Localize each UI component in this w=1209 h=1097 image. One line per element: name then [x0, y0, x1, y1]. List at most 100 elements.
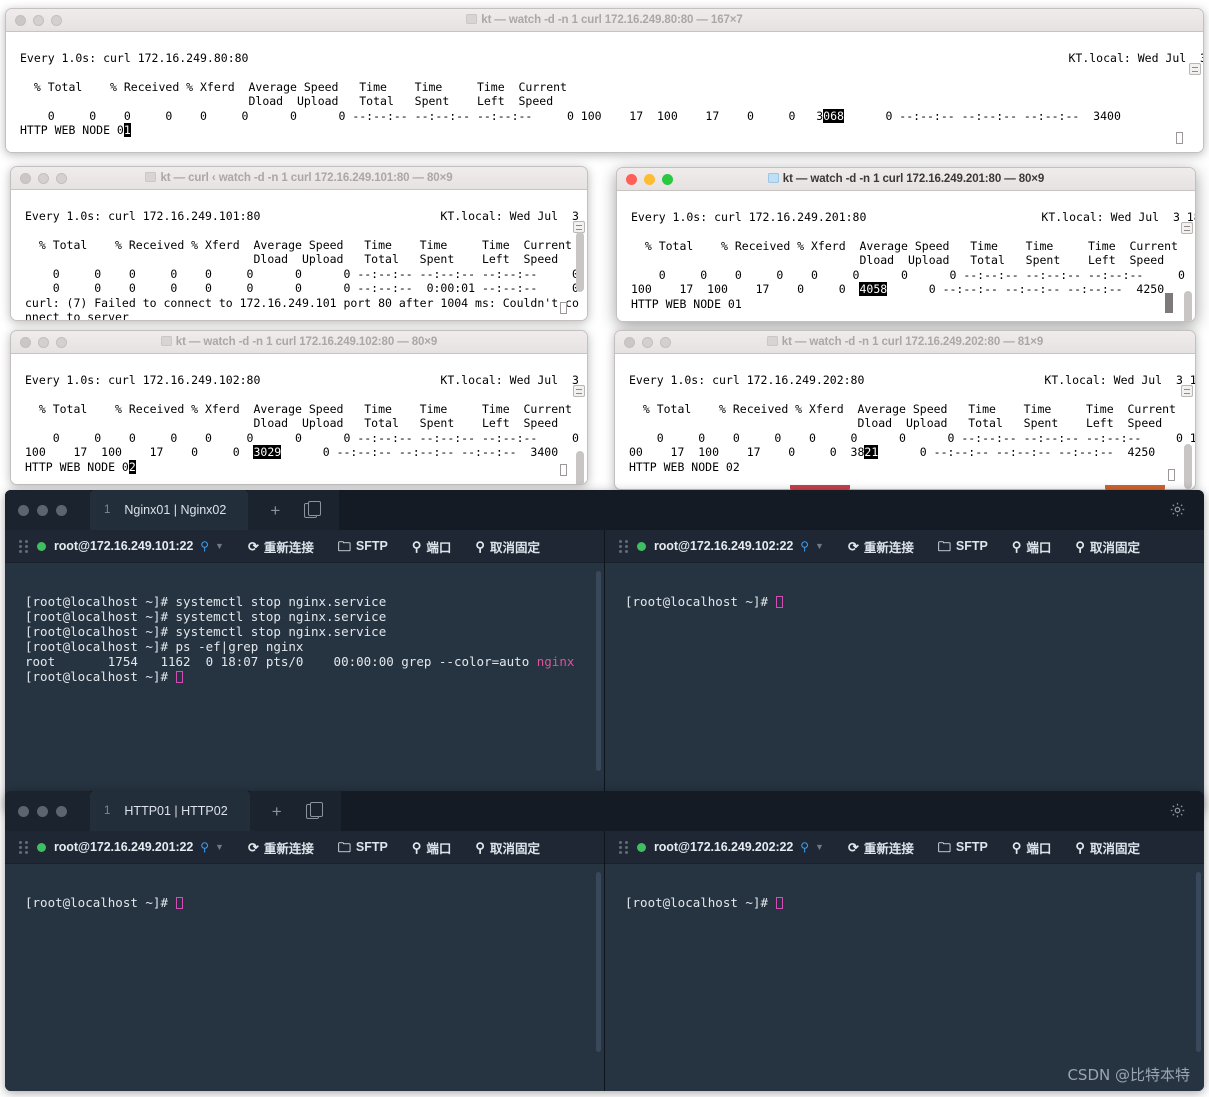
scrollbar[interactable]	[1181, 356, 1193, 489]
tab-actions[interactable]: +	[248, 490, 340, 530]
scrollbar-button[interactable]	[573, 385, 585, 397]
close-button[interactable]	[626, 173, 637, 185]
close-button[interactable]	[20, 336, 31, 348]
terminal-content[interactable]: Every 1.0s: curl 172.16.249.80:80 KT.loca…	[6, 32, 1203, 152]
scrollbar-button[interactable]	[1181, 385, 1193, 397]
titlebar[interactable]: kt — watch -d -n 1 curl 172.16.249.201:8…	[617, 168, 1195, 191]
window-controls[interactable]	[6, 14, 62, 26]
zoom-button[interactable]	[51, 14, 62, 26]
tab-http[interactable]: 1 HTTP01 | HTTP02	[90, 791, 250, 831]
resize-handle[interactable]	[560, 302, 567, 314]
plus-icon[interactable]: +	[270, 502, 280, 519]
ssh-pane-102[interactable]: root@172.16.249.102:22 ⚲ ▼ ⟳ 重新连接 🗀 SFTP ⚲…	[604, 530, 1204, 812]
window-controls[interactable]	[11, 172, 67, 184]
port-button[interactable]: ⚲ 端口	[412, 838, 452, 857]
gear-icon[interactable]	[1169, 501, 1186, 518]
titlebar[interactable]: kt — watch -d -n 1 curl 172.16.249.80:80…	[6, 9, 1203, 32]
unpin-button[interactable]: ⚲ 取消固定	[475, 537, 540, 556]
terminal-window-80[interactable]: kt — watch -d -n 1 curl 172.16.249.80:80…	[5, 8, 1204, 153]
close-button[interactable]	[624, 336, 635, 348]
ssh-client-window-http[interactable]: 1 HTTP01 | HTTP02 + root@172.16.249.201:…	[5, 791, 1204, 1091]
terminal-content[interactable]: Every 1.0s: curl 172.16.249.201:80 KT.loc…	[617, 191, 1195, 321]
session-toolbar[interactable]: root@172.16.249.101:22 ⚲ ▼ ⟳ 重新连接 🗀 SFTP ⚲…	[5, 530, 604, 563]
scrollbar-button[interactable]	[1181, 222, 1193, 234]
window-layout-icon[interactable]	[305, 801, 323, 819]
close-button[interactable]	[15, 14, 26, 26]
resize-handle[interactable]	[1168, 469, 1175, 481]
terminal-output-201[interactable]: [root@localhost ~]#	[5, 864, 604, 1091]
chevron-down-icon[interactable]: ▼	[215, 541, 224, 551]
scrollbar[interactable]	[596, 571, 601, 771]
reconnect-button[interactable]: ⟳ 重新连接	[248, 537, 314, 556]
terminal-window-102[interactable]: kt — watch -d -n 1 curl 172.16.249.102:8…	[10, 330, 588, 485]
sftp-button[interactable]: 🗀 SFTP	[338, 840, 388, 854]
scrollbar-button[interactable]	[1189, 63, 1201, 75]
scrollbar[interactable]	[573, 192, 585, 318]
sftp-button[interactable]: 🗀 SFTP	[938, 840, 988, 854]
tab-bar[interactable]: 1 Nginx01 | Nginx02 +	[5, 490, 1204, 530]
chevron-down-icon[interactable]: ▼	[215, 842, 224, 852]
window-controls[interactable]	[5, 490, 90, 530]
window-controls[interactable]	[617, 173, 673, 185]
scrollbar[interactable]	[596, 872, 601, 1052]
close-button[interactable]	[18, 504, 29, 516]
zoom-button[interactable]	[56, 336, 67, 348]
close-button[interactable]	[20, 172, 31, 184]
terminal-content[interactable]: Every 1.0s: curl 172.16.249.101:80 KT.loc…	[11, 190, 587, 320]
bulb-icon[interactable]: ⚲	[200, 539, 209, 553]
terminal-output-202[interactable]: [root@localhost ~]# CSDN @比特本特	[605, 864, 1204, 1091]
chevron-down-icon[interactable]: ▼	[815, 541, 824, 551]
zoom-button[interactable]	[660, 336, 671, 348]
window-controls[interactable]	[5, 791, 90, 831]
port-button[interactable]: ⚲ 端口	[1012, 838, 1052, 857]
bulb-icon[interactable]: ⚲	[800, 840, 809, 854]
reconnect-button[interactable]: ⟳ 重新连接	[848, 838, 914, 857]
minimize-button[interactable]	[33, 14, 44, 26]
scrollbar-thumb[interactable]	[1184, 444, 1192, 489]
scrollbar-thumb[interactable]	[576, 451, 584, 484]
drag-handle-icon[interactable]	[19, 841, 28, 854]
gear-icon[interactable]	[1169, 802, 1186, 819]
terminal-window-202[interactable]: kt — watch -d -n 1 curl 172.16.249.202:8…	[614, 330, 1196, 490]
terminal-output-101[interactable]: [root@localhost ~]# systemctl stop nginx…	[5, 563, 604, 812]
port-button[interactable]: ⚲ 端口	[412, 537, 452, 556]
unpin-button[interactable]: ⚲ 取消固定	[1075, 537, 1140, 556]
scrollbar[interactable]	[1181, 193, 1193, 321]
terminal-content[interactable]: Every 1.0s: curl 172.16.249.102:80 KT.loc…	[11, 354, 587, 484]
session-toolbar[interactable]: root@172.16.249.102:22 ⚲ ▼ ⟳ 重新连接 🗀 SFTP ⚲…	[605, 530, 1204, 563]
close-button[interactable]	[18, 805, 29, 817]
resize-handle[interactable]	[560, 464, 567, 476]
terminal-window-101[interactable]: kt — curl ‹ watch -d -n 1 curl 172.16.24…	[10, 166, 588, 321]
scrollbar-thumb[interactable]	[1184, 291, 1192, 321]
terminal-content[interactable]: Every 1.0s: curl 172.16.249.202:80 KT.loc…	[615, 354, 1195, 489]
session-toolbar[interactable]: root@172.16.249.202:22 ⚲ ▼ ⟳ 重新连接 🗀 SFTP ⚲…	[605, 831, 1204, 864]
scrollbar[interactable]	[1196, 872, 1201, 1052]
scrollbar-thumb[interactable]	[576, 232, 584, 292]
drag-handle-icon[interactable]	[619, 841, 628, 854]
window-controls[interactable]	[615, 336, 671, 348]
port-button[interactable]: ⚲ 端口	[1012, 537, 1052, 556]
ssh-client-window-nginx[interactable]: 1 Nginx01 | Nginx02 + root@172.16.249.10…	[5, 490, 1204, 812]
window-layout-icon[interactable]	[304, 500, 322, 518]
minimize-button[interactable]	[37, 805, 48, 817]
session-toolbar[interactable]: root@172.16.249.201:22 ⚲ ▼ ⟳ 重新连接 🗀 SFTP ⚲…	[5, 831, 604, 864]
bulb-icon[interactable]: ⚲	[200, 840, 209, 854]
reconnect-button[interactable]: ⟳ 重新连接	[248, 838, 314, 857]
bulb-icon[interactable]: ⚲	[800, 539, 809, 553]
minimize-button[interactable]	[642, 336, 653, 348]
drag-handle-icon[interactable]	[619, 540, 628, 553]
titlebar[interactable]: kt — watch -d -n 1 curl 172.16.249.102:8…	[11, 331, 587, 354]
tab-nginx[interactable]: 1 Nginx01 | Nginx02	[90, 490, 249, 530]
tab-actions[interactable]: +	[249, 791, 341, 831]
drag-handle-icon[interactable]	[19, 540, 28, 553]
sftp-button[interactable]: 🗀 SFTP	[338, 539, 388, 553]
zoom-button[interactable]	[56, 504, 67, 516]
resize-handle[interactable]	[1176, 132, 1183, 144]
ssh-pane-101[interactable]: root@172.16.249.101:22 ⚲ ▼ ⟳ 重新连接 🗀 SFTP ⚲…	[5, 530, 604, 812]
unpin-button[interactable]: ⚲ 取消固定	[475, 838, 540, 857]
minimize-button[interactable]	[37, 504, 48, 516]
tab-bar[interactable]: 1 HTTP01 | HTTP02 +	[5, 791, 1204, 831]
scrollbar[interactable]	[1189, 34, 1201, 150]
chevron-down-icon[interactable]: ▼	[815, 842, 824, 852]
window-controls[interactable]	[11, 336, 67, 348]
